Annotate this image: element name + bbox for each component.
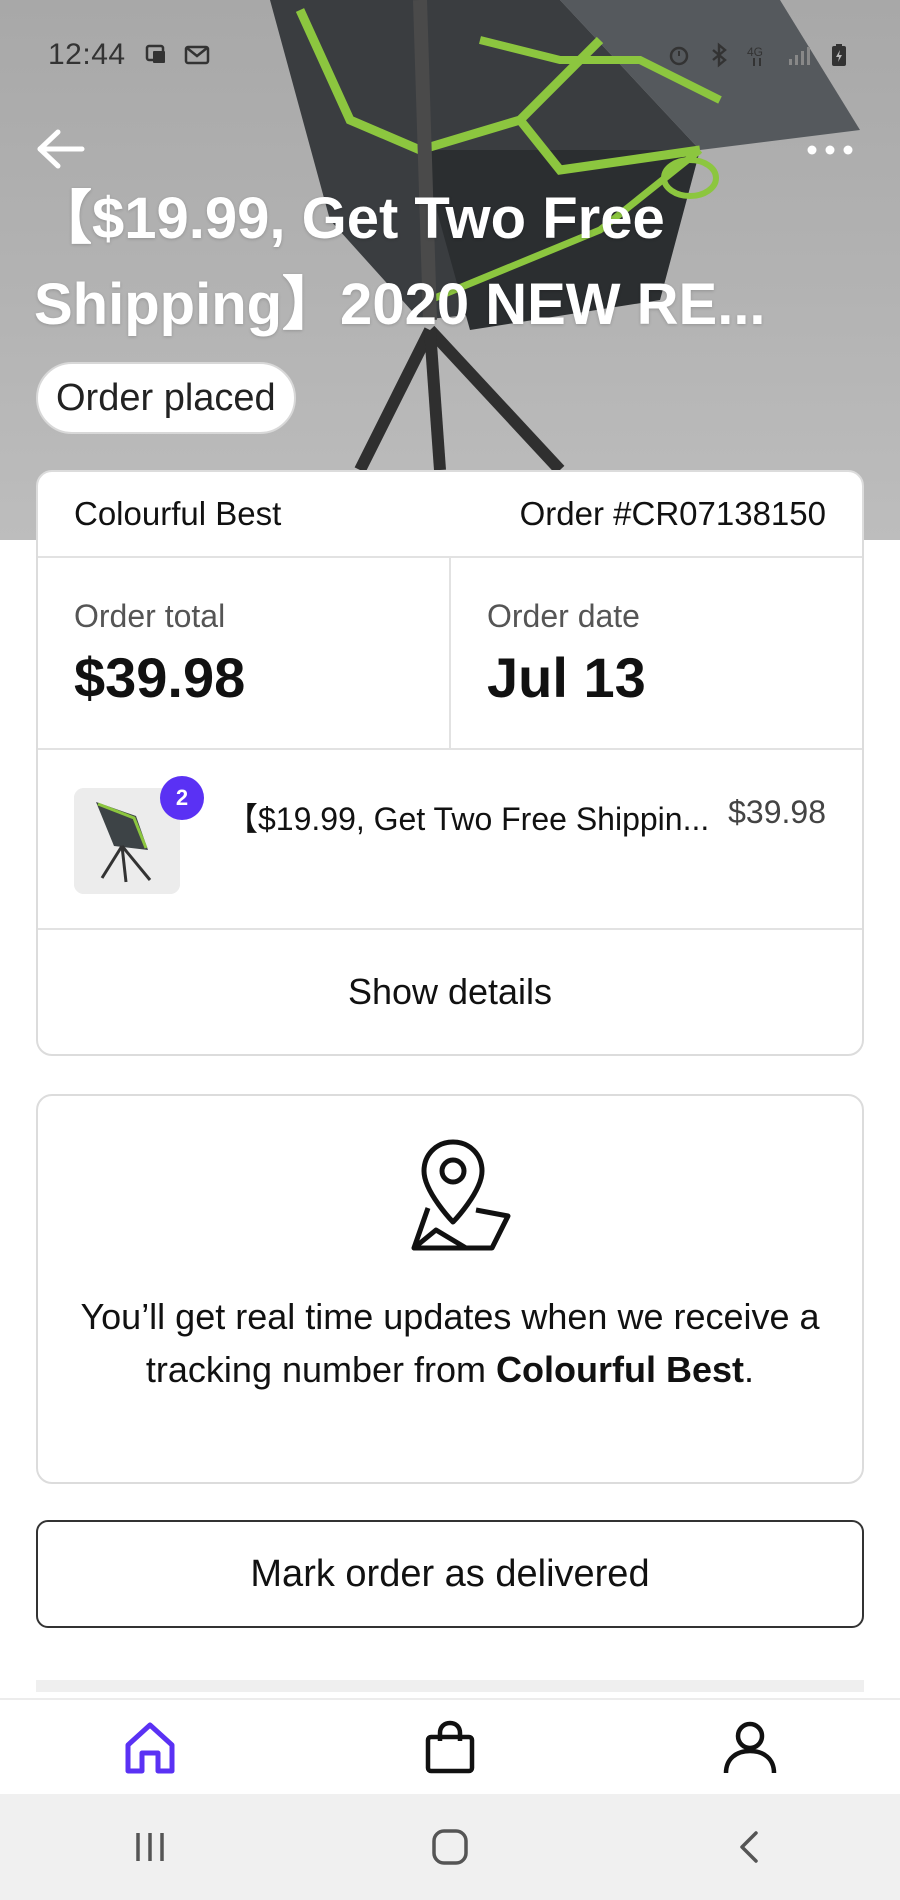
back-chevron-icon bbox=[740, 1831, 758, 1863]
order-stats: Order total $39.98 Order date Jul 13 bbox=[38, 558, 862, 750]
order-total-label: Order total bbox=[74, 598, 226, 634]
section-divider bbox=[36, 1680, 864, 1692]
quantity-badge: 2 bbox=[160, 776, 204, 820]
nav-item-account[interactable] bbox=[600, 1700, 900, 1794]
status-time: 12:44 bbox=[48, 38, 126, 71]
system-home-button[interactable] bbox=[420, 1817, 480, 1877]
order-total-cell: Order total $39.98 bbox=[38, 558, 449, 748]
product-title: 【$19.99, Get Two Free Shipping】2020 NEW … bbox=[34, 186, 766, 337]
more-dots-icon bbox=[807, 145, 853, 155]
order-status-screen: 12:44 4G 【$19.99, Get Two Free Shipping】… bbox=[0, 0, 900, 1900]
svg-text:4G: 4G bbox=[747, 45, 763, 59]
screen-cast-icon bbox=[145, 44, 165, 63]
hero-header: 12:44 4G 【$19.99, Get Two Free Shipping】… bbox=[0, 0, 900, 540]
lte-4g-icon: 4G bbox=[747, 45, 763, 66]
home-circle-icon bbox=[432, 1829, 468, 1865]
battery-charging-icon bbox=[832, 44, 846, 66]
order-card-header: Colourful Best Order #CR07138150 bbox=[38, 472, 862, 558]
more-options-button[interactable] bbox=[800, 132, 860, 168]
recent-apps-icon bbox=[136, 1833, 164, 1861]
order-summary-card: Colourful Best Order #CR07138150 Order t… bbox=[36, 470, 864, 1056]
bottom-navigation bbox=[0, 1698, 900, 1794]
gmail-icon bbox=[184, 45, 209, 65]
tracking-text-after: . bbox=[744, 1349, 755, 1390]
alarm-icon bbox=[669, 46, 689, 66]
bluetooth-icon bbox=[712, 42, 727, 68]
order-date-cell: Order date Jul 13 bbox=[449, 558, 862, 748]
item-title: 【$19.99, Get Two Free Shippin... bbox=[226, 801, 710, 837]
back-button[interactable] bbox=[34, 126, 90, 172]
order-status-badge: Order placed bbox=[36, 362, 296, 434]
home-icon bbox=[125, 1722, 175, 1774]
order-number: Order #CR07138150 bbox=[519, 495, 826, 532]
signal-icon bbox=[789, 47, 810, 65]
order-total-value: $39.98 bbox=[74, 646, 246, 709]
item-thumbnail-wrap: 2 bbox=[74, 776, 204, 894]
tracking-message: You’ll get real time updates when we rec… bbox=[78, 1290, 822, 1396]
tracking-store-name: Colourful Best bbox=[496, 1349, 745, 1390]
order-date-value: Jul 13 bbox=[487, 646, 646, 709]
store-name: Colourful Best bbox=[74, 495, 282, 532]
mark-delivered-button[interactable]: Mark order as delivered bbox=[36, 1520, 864, 1628]
item-price: $39.98 bbox=[728, 794, 826, 830]
tracking-info-card: You’ll get real time updates when we rec… bbox=[36, 1094, 864, 1484]
line-item[interactable]: 2 【$19.99, Get Two Free Shippin... $39.9… bbox=[38, 750, 862, 930]
nav-item-shop[interactable] bbox=[300, 1700, 600, 1794]
system-back-button[interactable] bbox=[720, 1817, 780, 1877]
map-pin-icon bbox=[411, 1139, 511, 1251]
nav-item-home[interactable] bbox=[0, 1700, 300, 1794]
account-icon bbox=[723, 1721, 777, 1774]
recent-apps-button[interactable] bbox=[120, 1817, 180, 1877]
arrow-left-icon bbox=[37, 129, 85, 169]
status-bar: 12:44 4G bbox=[0, 30, 900, 80]
order-date-label: Order date bbox=[487, 598, 640, 634]
show-details-button[interactable]: Show details bbox=[38, 930, 862, 1054]
shopping-bag-icon bbox=[425, 1720, 475, 1774]
system-navigation bbox=[0, 1794, 900, 1900]
